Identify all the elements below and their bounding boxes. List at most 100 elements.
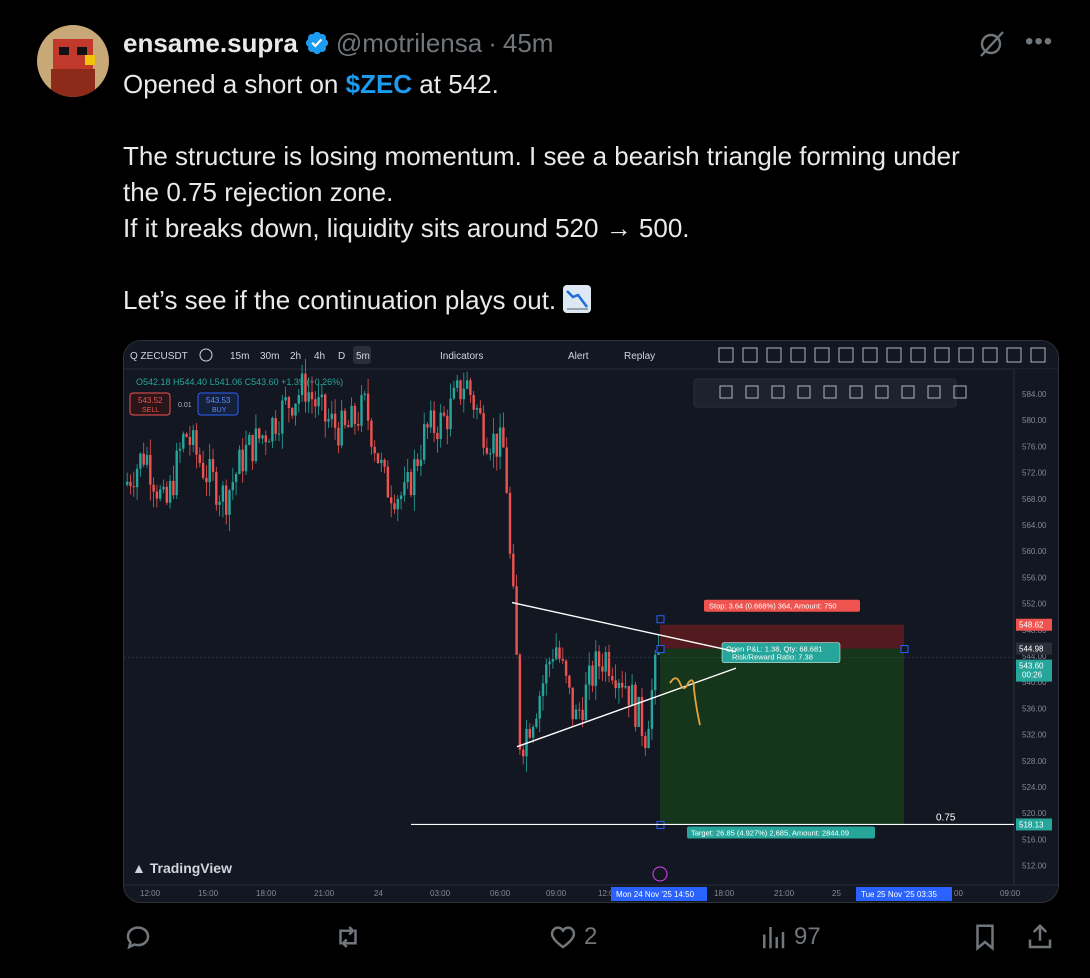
verified-badge-icon bbox=[305, 31, 328, 55]
retweet-button[interactable] bbox=[333, 922, 369, 952]
candle-body bbox=[380, 459, 383, 464]
alert-button[interactable]: Alert bbox=[568, 351, 589, 362]
retweet-icon bbox=[339, 926, 357, 948]
like-button[interactable]: 2 bbox=[548, 922, 597, 952]
symbol-search[interactable]: Q ZECUSDT bbox=[130, 351, 188, 362]
time-tick: 09:00 bbox=[546, 889, 567, 898]
candle-body bbox=[370, 420, 373, 447]
author-handle[interactable]: @motrilensa bbox=[336, 28, 482, 59]
candle-body bbox=[383, 459, 386, 467]
candle-body bbox=[442, 412, 446, 416]
position-handle[interactable] bbox=[900, 645, 909, 654]
sell-label: SELL bbox=[142, 407, 159, 414]
candle-body bbox=[340, 410, 343, 446]
views-button[interactable]: 97 bbox=[758, 922, 821, 952]
target-zone[interactable] bbox=[660, 648, 904, 825]
candle-body bbox=[284, 397, 287, 401]
price-tick: 560.00 bbox=[1022, 547, 1047, 556]
tweet-paragraph-line: The structure is losing momentum. I see … bbox=[123, 141, 960, 171]
reply-button[interactable] bbox=[123, 922, 159, 952]
candle-body bbox=[178, 448, 182, 451]
heart-icon bbox=[550, 926, 576, 949]
candle-body bbox=[449, 398, 452, 430]
candle-body bbox=[426, 424, 429, 428]
candle-body bbox=[512, 553, 515, 587]
candle-body bbox=[215, 472, 218, 505]
candle-body bbox=[647, 728, 650, 748]
position-handle[interactable] bbox=[656, 615, 665, 624]
floating-drawing-toolbar[interactable] bbox=[693, 378, 957, 408]
candle-body bbox=[644, 735, 647, 748]
candle-body bbox=[390, 497, 393, 504]
time-highlight-end: Tue 25 Nov '25 03:35 bbox=[861, 890, 938, 899]
candle-body bbox=[152, 484, 155, 492]
chart-canvas: Q ZECUSDT 15m 30m 2h 4h D 5m Indicators Alert Rep… bbox=[124, 341, 1058, 902]
candle-body bbox=[261, 435, 264, 439]
candle-body bbox=[347, 425, 350, 428]
candle-body bbox=[145, 454, 149, 465]
candle-body bbox=[469, 380, 472, 395]
grok-icon[interactable] bbox=[977, 29, 1007, 59]
time-highlight-start: Mon 24 Nov '25 14:50 bbox=[616, 890, 695, 899]
avatar[interactable] bbox=[37, 25, 109, 97]
indicators-button[interactable]: Indicators bbox=[440, 351, 483, 362]
price-tick: 536.00 bbox=[1022, 704, 1047, 713]
candle-body bbox=[300, 373, 304, 396]
timeframe-30m[interactable]: 30m bbox=[260, 351, 279, 362]
candle-body bbox=[436, 432, 439, 440]
bookmark-button[interactable] bbox=[970, 922, 1000, 952]
spread-value: 0.01 bbox=[178, 402, 192, 409]
candle-body bbox=[495, 433, 498, 457]
candle-body bbox=[330, 413, 333, 420]
target-label: Target: 26.85 (4.927%) 2,685, Amount: 28… bbox=[691, 828, 849, 837]
timeframe-5m[interactable]: 5m bbox=[356, 351, 370, 362]
candle-body bbox=[607, 652, 611, 677]
timeframe-4h[interactable]: 4h bbox=[314, 351, 325, 362]
author-name[interactable]: ensame.supra bbox=[123, 28, 298, 59]
candle-body bbox=[172, 480, 175, 496]
candle-body bbox=[244, 444, 248, 472]
cashtag-link[interactable]: $ZEC bbox=[346, 69, 412, 99]
candle-body bbox=[650, 690, 654, 729]
candle-body bbox=[479, 408, 482, 414]
candle-body bbox=[241, 449, 244, 472]
timeframe-15m[interactable]: 15m bbox=[230, 351, 249, 362]
countdown-tag: 00:26 bbox=[1022, 671, 1043, 680]
timeframe-D[interactable]: D bbox=[338, 351, 345, 362]
candle-body bbox=[149, 454, 152, 485]
candle-body bbox=[188, 437, 192, 445]
time-tick: 12:00 bbox=[140, 889, 161, 898]
chart-decreasing-emoji-icon bbox=[563, 285, 592, 313]
like-count: 2 bbox=[584, 923, 598, 950]
price-tick: 552.00 bbox=[1022, 600, 1047, 609]
candle-body bbox=[462, 388, 465, 400]
price-tick: 524.00 bbox=[1022, 783, 1047, 792]
candle-body bbox=[254, 428, 258, 462]
candle-body bbox=[182, 433, 185, 449]
candle-body bbox=[439, 412, 442, 440]
reply-icon bbox=[126, 926, 150, 950]
more-options-icon[interactable]: ••• bbox=[1025, 30, 1055, 54]
candle-body bbox=[175, 450, 178, 496]
candle-body bbox=[132, 486, 135, 488]
candle-body bbox=[564, 660, 568, 676]
bookmark-icon bbox=[976, 924, 994, 951]
timestamp[interactable]: 45m bbox=[503, 28, 554, 59]
time-tick: 18:00 bbox=[714, 889, 735, 898]
rr-label: Risk/Reward Ratio: 7.38 bbox=[732, 653, 813, 662]
chart-screenshot[interactable]: Q ZECUSDT 15m 30m 2h 4h D 5m Indicators Alert Rep… bbox=[123, 340, 1059, 903]
candle-body bbox=[274, 417, 277, 434]
candle-body bbox=[294, 403, 297, 416]
candle-body bbox=[198, 454, 201, 463]
candle-body bbox=[126, 481, 129, 485]
position-handle[interactable] bbox=[656, 645, 665, 654]
replay-button[interactable]: Replay bbox=[624, 351, 655, 362]
candle-body bbox=[489, 453, 492, 455]
share-button[interactable] bbox=[1025, 922, 1055, 952]
timeframe-2h[interactable]: 2h bbox=[290, 351, 301, 362]
candle-body bbox=[271, 417, 274, 442]
candle-body bbox=[281, 400, 284, 434]
price-tick: 532.00 bbox=[1022, 731, 1047, 740]
candle-body bbox=[654, 654, 657, 691]
entry-price-tag: 544.98 bbox=[1019, 645, 1044, 654]
